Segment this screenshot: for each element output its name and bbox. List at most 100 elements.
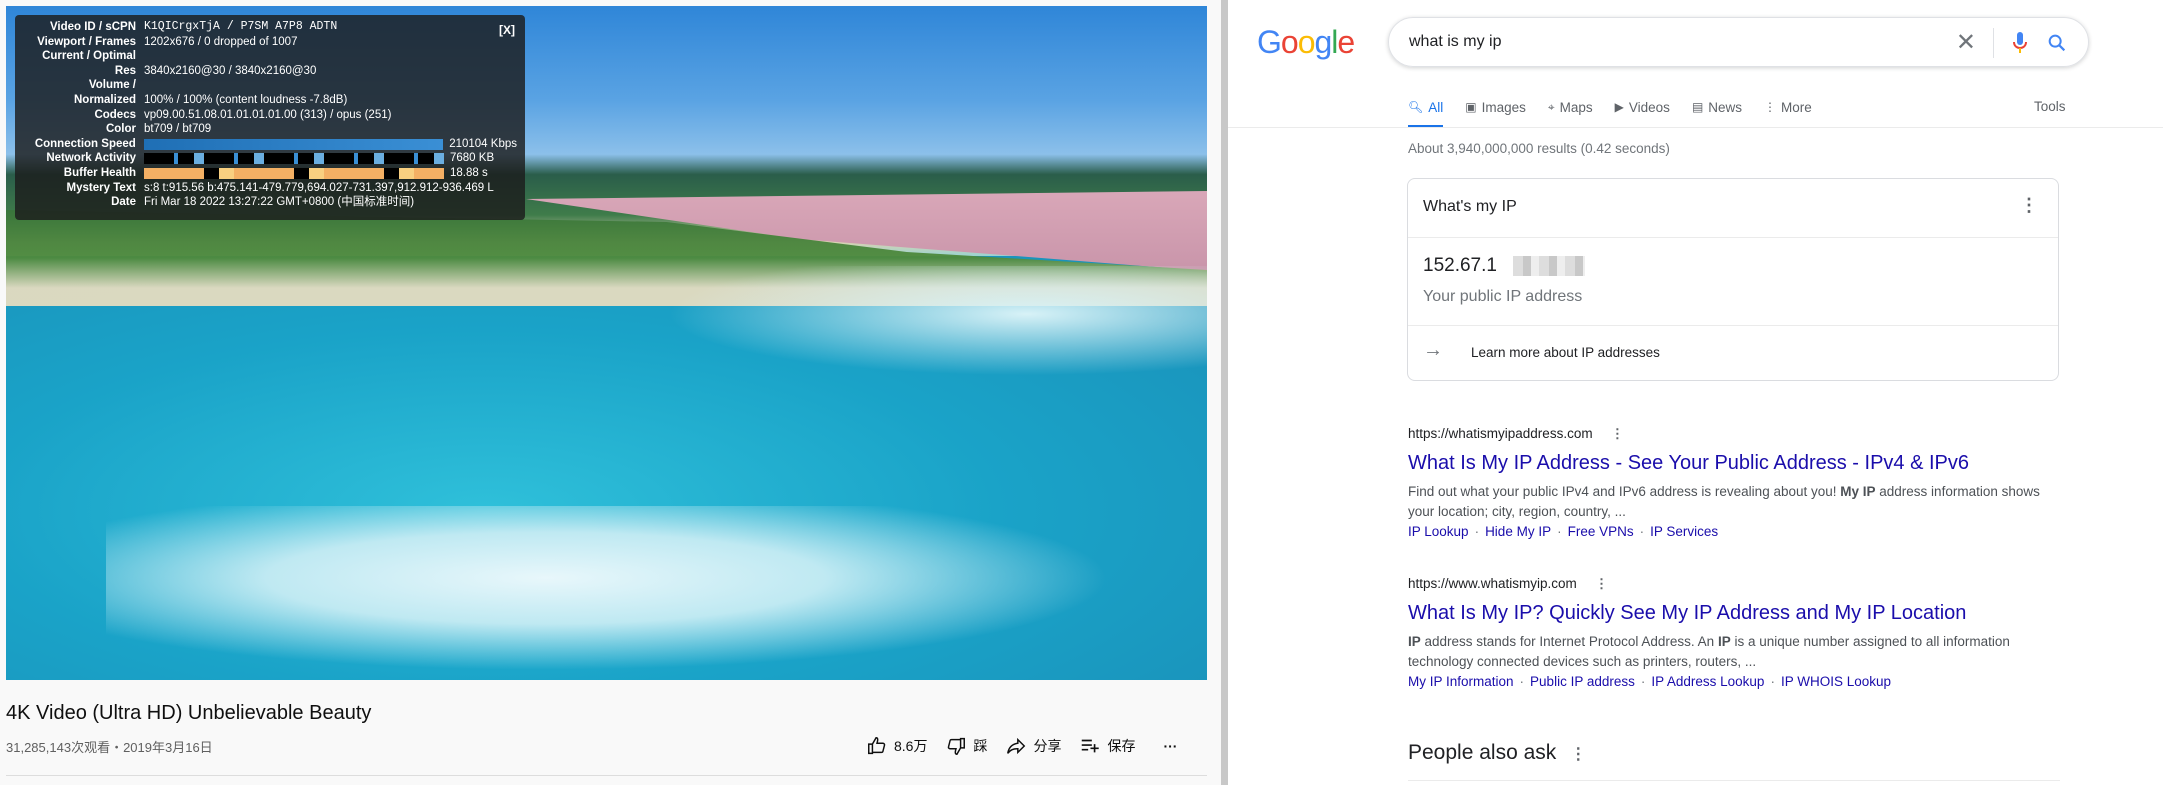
search-result: https://whatismyipaddress.com ⋮ What Is M… [1408,426,2068,542]
sitelinks: IP Lookup · Hide My IP · Free VPNs · IP Servic… [1408,524,1719,539]
tab-label: Videos [1628,99,1670,115]
stat-graph [144,153,444,165]
like-count: 8.6万 [894,738,928,754]
save-button[interactable]: 保存 [1079,735,1135,757]
ip-answer-card: What's my IP ⋮ 152.67.1 Your public IP a… [1407,178,2059,381]
tab-videos[interactable]: ▶ Videos [1615,95,1670,119]
divider [1408,237,2058,238]
divider [1993,28,1994,58]
image-icon: ▣ [1465,100,1477,114]
sitelink[interactable]: IP WHOIS Lookup [1781,674,1891,689]
stat-key: Res [114,64,136,77]
stat-graph [143,138,444,150]
result-title-link[interactable]: What Is My IP Address - See Your Public … [1408,452,2068,480]
sitelink[interactable]: My IP Information [1408,674,1514,689]
sitelink[interactable]: IP Services [1650,524,1718,539]
stat-value: bt709 / bt709 [144,123,212,136]
video-frame-wave [606,266,1207,386]
search-input[interactable]: what is my ip [1409,33,1501,51]
tab-maps[interactable]: ⌖ Maps [1548,95,1593,119]
pane-splitter[interactable] [1221,0,1228,785]
card-heading: What's my IP [1423,198,1517,215]
close-stats-button[interactable]: [X] [499,23,515,37]
sitelink[interactable]: Public IP address [1530,674,1635,689]
microphone-icon[interactable] [2012,31,2028,60]
stat-value: 210104 Kbps [449,137,517,150]
sitelink[interactable]: Hide My IP [1485,524,1551,539]
more-vert-icon[interactable]: ⋮ [2020,195,2038,216]
arrow-right-icon: → [1423,339,1443,361]
stat-graph [144,167,444,179]
like-button[interactable]: 8.6万 [866,735,927,757]
share-icon [1007,737,1026,755]
stat-row: Video ID / sCPN K1QICrgxTjA / P7SM A7P8 A… [23,20,517,35]
divider [1228,127,2163,128]
tab-more[interactable]: ⋮ More [1764,95,1812,119]
stat-value: 100% / 100% (content loudness -7.8dB) [144,93,348,106]
stat-value: 18.88 s [450,166,488,179]
divider [6,775,1207,776]
learn-more-link[interactable]: Learn more about IP addresses [1471,345,1660,360]
map-pin-icon: ⌖ [1547,99,1555,114]
share-button[interactable]: 分享 [1005,735,1061,757]
share-label: 分享 [1033,738,1062,754]
more-vert-icon[interactable]: ⋮ [1611,426,1625,441]
stat-row: Connection Speed 210104 Kbps [23,137,517,152]
video-meta: 31,285,143次观看・2019年3月16日 [6,740,213,755]
stat-row: Mystery Text s:8 t:915.56 b:475.141-479.7… [23,181,517,196]
more-vert-icon[interactable]: ⋮ [1570,746,1586,763]
stat-row: Color bt709 / bt709 [23,122,517,137]
stat-row: Buffer Health 18.88 s [23,166,517,181]
ip-label: Your public IP address [1423,288,1583,305]
people-also-ask-heading: People also ask ⋮ [1408,741,1586,765]
stat-key: Date [111,196,136,209]
video-frame-wave [106,506,1206,680]
divider [1408,325,2058,326]
tab-label: News [1708,99,1743,115]
url-text: https://www.whatismyip.com [1408,576,1577,591]
search-box[interactable]: what is my ip ✕ [1388,17,2089,67]
stat-key: Connection Speed [34,137,136,150]
thumbs-up-icon [868,737,886,755]
search-icon[interactable] [2046,32,2068,59]
sitelink[interactable]: Free VPNs [1568,524,1634,539]
tab-label: More [1781,99,1812,115]
google-pane: Google what is my ip ✕ 🔍︎ All ▣ Images ⌖ Maps… [1228,0,2163,785]
stat-row: Viewport / Frames 1202x676 / 0 dropped of… [23,35,517,50]
result-snippet: Find out what your public IPv4 and IPv6 … [1408,484,2040,519]
tab-all[interactable]: 🔍︎ All [1408,95,1444,128]
stat-key: Volume / [88,79,136,92]
stat-value: 1202x676 / 0 dropped of 1007 [144,35,298,48]
result-url: https://www.whatismyip.com ⋮ [1408,576,2068,596]
more-vert-icon: ⋮ [1764,100,1777,114]
save-label: 保存 [1107,738,1136,754]
search-result: https://www.whatismyip.com ⋮ What Is My I… [1408,576,2068,692]
tab-label: Images [1481,99,1526,115]
more-vert-icon[interactable]: ⋮ [1595,576,1609,591]
more-actions-button[interactable]: ··· [1163,738,1177,754]
clear-icon[interactable]: ✕ [1956,28,1976,57]
stat-key: Current / Optimal [42,50,136,63]
tab-news[interactable]: ▤ News [1692,95,1742,119]
paa-label: People also ask [1408,741,1557,764]
stat-row: Current / Optimal [23,49,517,64]
stat-row: Codecs vp09.00.51.08.01.01.01.01.00 (313)… [23,108,517,123]
stat-key: Normalized [74,93,136,106]
stat-key: Color [105,123,136,136]
result-snippet: IP address stands for Internet Protocol … [1408,634,2010,669]
stat-row: Date Fri Mar 18 2022 13:27:22 GMT+0800 (中… [23,195,517,210]
tab-images[interactable]: ▣ Images [1465,95,1526,119]
sitelink[interactable]: IP Lookup [1408,524,1469,539]
google-logo[interactable]: Google [1257,24,1355,61]
stat-value: s:8 t:915.56 b:475.141-479.779,694.027-7… [144,181,494,194]
tools-button[interactable]: Tools [2034,99,2066,114]
stat-value: 3840x2160@30 / 3840x2160@30 [144,64,317,77]
dislike-button[interactable]: 踩 [945,735,987,757]
youtube-pane: Video ID / sCPN K1QICrgxTjA / P7SM A7P8 A… [0,0,1221,785]
sitelink[interactable]: IP Address Lookup [1651,674,1764,689]
divider [1408,780,2060,781]
video-actions: 8.6万 踩 分享 保存 ··· [866,735,1177,757]
thumbs-down-icon [948,737,966,755]
result-title-link[interactable]: What Is My IP? Quickly See My IP Address… [1408,602,2068,630]
dislike-label: 踩 [973,738,988,754]
